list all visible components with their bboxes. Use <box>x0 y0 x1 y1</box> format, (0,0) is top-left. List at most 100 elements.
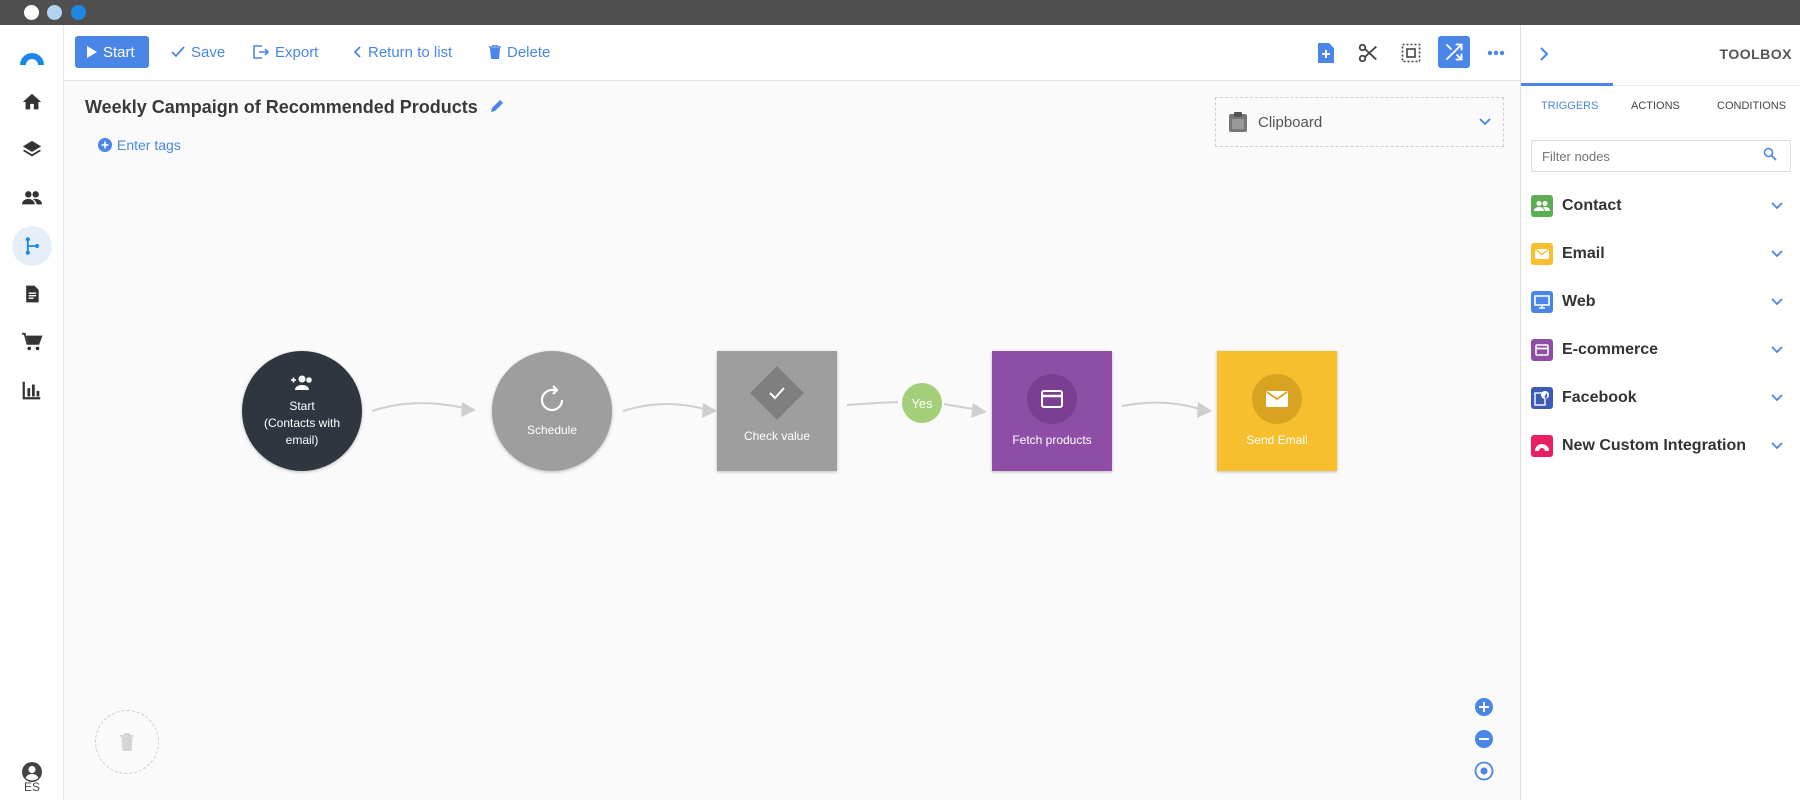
category-contact[interactable]: Contact <box>1531 190 1791 222</box>
more-icon[interactable] <box>1482 39 1510 67</box>
reports-icon[interactable] <box>12 370 52 410</box>
cart-icon[interactable] <box>12 322 52 362</box>
facebook-icon <box>1531 387 1553 409</box>
toolbox-panel: TOOLBOX TRIGGERS ACTIONS CONDITIONS Cont… <box>1520 25 1800 800</box>
clipboard-icon <box>1229 112 1247 132</box>
chevron-down-icon <box>1771 298 1783 306</box>
tab-actions[interactable]: ACTIONS <box>1631 100 1680 112</box>
start-node-label-2: (Contacts with <box>263 415 341 430</box>
email-icon <box>1531 243 1553 265</box>
category-contact-label: Contact <box>1562 197 1622 214</box>
clipboard-label: Clipboard <box>1258 113 1323 131</box>
send-email-icon-circle <box>1252 373 1302 424</box>
workflow-title: Weekly Campaign of Recommended Products <box>85 97 505 118</box>
toolbox-tabs: TRIGGERS ACTIONS CONDITIONS <box>1521 83 1800 125</box>
select-area-icon[interactable] <box>1397 39 1425 67</box>
save-button[interactable]: Save <box>171 36 225 68</box>
category-new-custom-integration[interactable]: New Custom Integration <box>1531 430 1791 462</box>
send-email-node-label: Send Email <box>1246 432 1308 447</box>
add-node-icon[interactable] <box>1312 39 1340 67</box>
drop-to-delete-zone[interactable] <box>95 710 159 774</box>
card-icon <box>1531 339 1553 361</box>
brand-logo[interactable] <box>12 35 52 75</box>
window-maximize-dot[interactable] <box>71 5 86 20</box>
delete-button-label: Delete <box>507 43 551 61</box>
start-node-label-1: Start <box>289 398 315 413</box>
category-web-label: Web <box>1562 293 1596 310</box>
layers-icon[interactable] <box>12 130 52 170</box>
category-facebook[interactable]: Facebook <box>1531 382 1791 414</box>
schedule-refresh-icon <box>540 384 564 411</box>
delete-button[interactable]: Delete <box>489 36 550 68</box>
category-ecommerce[interactable]: E-commerce <box>1531 334 1791 366</box>
workflow-title-text: Weekly Campaign of Recommended Products <box>85 97 478 117</box>
automation-icon[interactable] <box>12 226 52 266</box>
recenter-icon[interactable] <box>1474 761 1494 781</box>
category-email[interactable]: Email <box>1531 238 1791 270</box>
export-icon <box>253 45 269 59</box>
filter-nodes-input[interactable] <box>1531 140 1791 172</box>
active-tab-indicator <box>1521 83 1613 86</box>
category-ecommerce-label: E-commerce <box>1562 341 1659 358</box>
tab-triggers[interactable]: TRIGGERS <box>1541 100 1598 112</box>
export-button[interactable]: Export <box>253 36 318 68</box>
schedule-node[interactable]: Schedule <box>492 351 612 471</box>
category-email-label: Email <box>1562 245 1605 262</box>
email-icon <box>1266 390 1288 407</box>
window-titlebar <box>0 0 1800 25</box>
category-new-custom-integration-label: New Custom Integration <box>1562 437 1747 454</box>
start-trigger-node[interactable]: Start (Contacts with email) <box>242 351 362 471</box>
return-to-list-button[interactable]: Return to list <box>354 36 452 68</box>
language-label[interactable]: ES <box>0 780 64 794</box>
connector-fetch-send <box>1121 401 1201 410</box>
chevron-down-icon <box>1771 394 1783 402</box>
integration-icon <box>1531 435 1553 457</box>
chevron-down-icon <box>1771 250 1783 258</box>
category-web[interactable]: Web <box>1531 286 1791 318</box>
add-circle-icon <box>98 138 112 152</box>
start-node-label-3: email) <box>285 432 319 447</box>
clipboard-dropdown[interactable]: Clipboard <box>1215 97 1504 147</box>
window-minimize-dot[interactable] <box>47 5 62 20</box>
sidebar: ES <box>0 25 64 800</box>
start-button-label: Start <box>103 43 135 61</box>
zoom-in-icon[interactable] <box>1474 697 1494 717</box>
toolbar: Start Save Export Return to list Delete <box>64 25 1520 81</box>
category-facebook-label: Facebook <box>1562 389 1637 406</box>
home-icon[interactable] <box>12 82 52 122</box>
connector-yes-fetch <box>943 403 975 410</box>
check-value-node[interactable]: Check value <box>717 351 837 471</box>
connector-start-schedule <box>371 402 465 412</box>
play-icon <box>87 46 97 58</box>
trash-icon <box>120 733 134 751</box>
chevron-down-icon <box>1771 202 1783 210</box>
chevron-down-icon <box>1771 346 1783 354</box>
contacts-icon <box>1531 195 1553 217</box>
search-icon[interactable] <box>1763 147 1777 161</box>
card-icon <box>1041 389 1063 408</box>
check-icon <box>171 46 185 58</box>
start-button[interactable]: Start <box>75 36 149 68</box>
window-close-dot[interactable] <box>24 5 39 20</box>
collapse-panel-icon[interactable] <box>1539 47 1549 61</box>
enter-tags-link[interactable]: Enter tags <box>98 137 181 153</box>
yes-branch-label[interactable]: Yes <box>902 383 942 423</box>
send-email-node[interactable]: Send Email <box>1217 351 1337 471</box>
check-icon <box>769 386 785 399</box>
tab-conditions[interactable]: CONDITIONS <box>1717 100 1786 112</box>
edit-pencil-icon[interactable] <box>489 98 505 114</box>
chevron-down-icon <box>1479 118 1491 126</box>
contacts-icon[interactable] <box>12 178 52 218</box>
toolbox-header: TOOLBOX <box>1521 25 1800 85</box>
connector-schedule-check <box>622 403 705 412</box>
export-button-label: Export <box>275 43 319 61</box>
save-button-label: Save <box>191 43 226 61</box>
shuffle-icon[interactable] <box>1438 36 1470 68</box>
document-icon[interactable] <box>12 274 52 314</box>
schedule-node-label: Schedule <box>526 422 578 437</box>
monitor-icon <box>1531 291 1553 313</box>
zoom-out-icon[interactable] <box>1474 729 1494 749</box>
trash-icon <box>489 45 501 59</box>
fetch-products-node[interactable]: Fetch products <box>992 351 1112 471</box>
cut-icon[interactable] <box>1354 39 1382 67</box>
